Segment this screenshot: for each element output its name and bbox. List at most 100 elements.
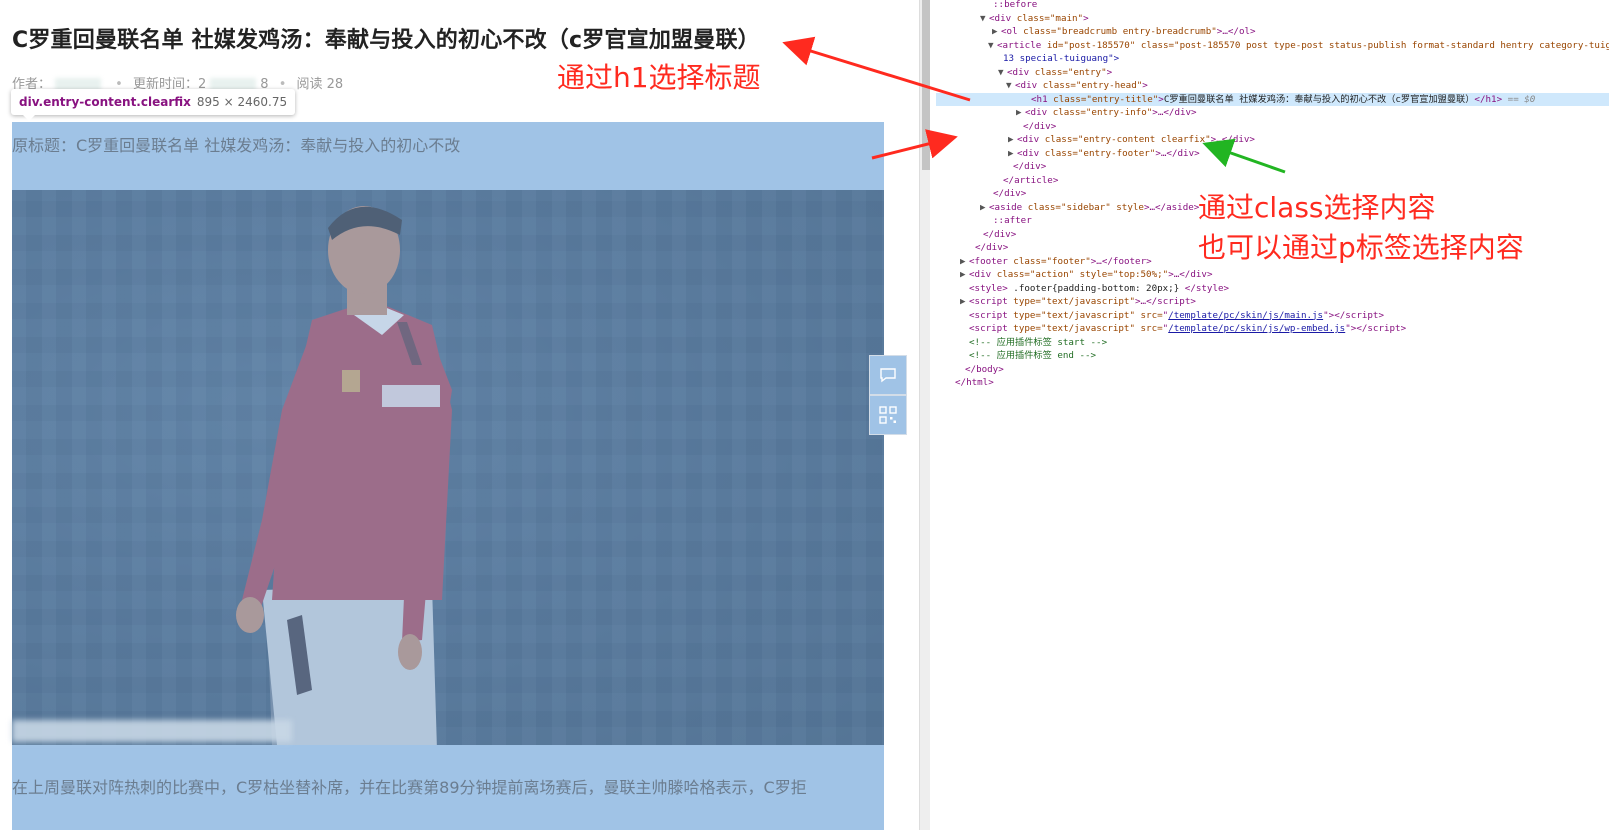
dom-node-row[interactable]: <style> .footer{padding-bottom: 20px;} <…: [936, 282, 1609, 295]
closing-tag-name: script: [1345, 309, 1379, 321]
tag-attributes: id="post-185570" class="post-185570 post…: [1046, 39, 1609, 51]
tag-name: article: [1002, 39, 1042, 51]
expand-toggle-icon: ▶: [980, 201, 986, 213]
tag-name: ol: [1006, 26, 1018, 37]
tag-name: div: [1022, 134, 1040, 145]
tooltip-selector: div.entry-content.clearfix: [19, 95, 191, 109]
expand-toggle-icon: ▼: [998, 66, 1004, 78]
article-title: C罗重回曼联名单 社媒发鸡汤：奉献与投入的初心不改（c罗官宣加盟曼联）: [12, 28, 760, 53]
dom-node-row[interactable]: </div>: [936, 160, 1609, 173]
attr-continuation: 13 special-tuiguang">: [1003, 53, 1120, 64]
html-comment: <!-- 应用插件标签 start -->: [969, 336, 1108, 348]
expand-toggle-icon: ▶: [960, 269, 966, 280]
dom-node-row[interactable]: ::before: [936, 0, 1609, 11]
original-title: 原标题：C罗重回曼联名单 社媒发鸡汤：奉献与投入的初心不改: [12, 136, 461, 155]
expand-toggle-icon: ▼: [980, 12, 986, 24]
collapsed-close-tag: div: [1174, 107, 1192, 118]
dom-node-row[interactable]: <script type="text/javascript" src="/tem…: [936, 322, 1609, 335]
dom-node-row[interactable]: <!-- 应用插件标签 start -->: [936, 336, 1609, 349]
dom-node-row[interactable]: </body>: [936, 363, 1609, 376]
dom-node-row[interactable]: ▶ <ol class="breadcrumb entry-breadcrumb"…: [936, 25, 1609, 38]
collapsed-close-tag: div: [1190, 269, 1207, 280]
page-scrollbar[interactable]: [919, 0, 930, 830]
tag-name: h1: [1036, 93, 1048, 105]
scrollbar-thumb[interactable]: [922, 0, 930, 170]
collapsed-close-tag: script: [1157, 296, 1191, 307]
expand-toggle-icon: ▶: [1008, 134, 1014, 145]
closing-tag-name: div: [1034, 120, 1051, 132]
tag-name: div: [1020, 80, 1038, 91]
tag-attributes: class="breadcrumb entry-breadcrumb": [1023, 26, 1217, 37]
tag-attributes: class="entry-footer": [1044, 147, 1156, 159]
expand-toggle-icon: ▼: [988, 39, 994, 51]
closing-tag-name: script: [1367, 323, 1401, 334]
console-ref: == $0: [1507, 93, 1536, 105]
dom-node-row[interactable]: ▶ <script type="text/javascript">…</scrip…: [936, 295, 1609, 308]
node-text: C罗重回曼联名单 社媒发鸡汤：奉献与投入的初心不改（c罗官宣加盟曼联）: [1163, 93, 1475, 105]
tooltip-dimensions: 895 × 2460.75: [196, 95, 288, 109]
closing-tag-name: div: [1024, 161, 1041, 172]
dom-node-row[interactable]: ▼ <article id="post-185570" class="post-1…: [936, 39, 1609, 52]
dom-node-row[interactable]: ▶ <div class="action" style="top:50%;">…<…: [936, 268, 1609, 281]
dom-node-row[interactable]: 13 special-tuiguang">: [936, 52, 1609, 65]
pseudo-element: ::after: [993, 215, 1032, 226]
dom-node-row[interactable]: ▼ <div class="main">: [936, 12, 1609, 25]
tag-attributes: class="action" style="top:50%;": [996, 269, 1169, 280]
comment-icon: [880, 368, 896, 383]
photo-caption-redacted: [12, 720, 292, 742]
photo-highlight-tint: [12, 190, 884, 745]
dom-node-row[interactable]: <script type="text/javascript" src="/tem…: [936, 309, 1609, 322]
collapsed-close-tag: footer: [1112, 255, 1147, 267]
article-photo: [12, 190, 884, 745]
tag-name: div: [1012, 66, 1030, 78]
expand-toggle-icon: ▶: [992, 26, 998, 37]
dom-node-row[interactable]: ▶ <div class="entry-info">…</div>: [936, 106, 1609, 119]
tag-name: aside: [994, 201, 1023, 213]
closing-tag-name: html: [966, 377, 989, 388]
collapsed-close-tag: ol: [1238, 26, 1251, 37]
dom-node-row[interactable]: ▶ <div class="entry-footer">…</div>: [936, 147, 1609, 160]
collapsed-close-tag: div: [1232, 134, 1250, 145]
annotation-p-tag: 也可以通过p标签选择内容: [1198, 231, 1524, 264]
meta-reads: 阅读 28: [296, 77, 344, 92]
inspector-tooltip: div.entry-content.clearfix 895 × 2460.75: [11, 89, 296, 121]
tag-name: footer: [974, 255, 1008, 267]
pseudo-element: ::before: [993, 0, 1038, 10]
tag-attributes: class="entry-info": [1052, 107, 1153, 118]
html-comment: <!-- 应用插件标签 end -->: [969, 350, 1097, 361]
devtools-elements-panel: ··· ::before▼<div class="main">▶<ol clas…: [936, 0, 1609, 830]
dom-node-row[interactable]: ▼ <div class="entry-head">: [936, 79, 1609, 92]
script-src-link: /template/pc/skin/js/wp-embed.js: [1168, 323, 1346, 334]
expand-toggle-icon: ▶: [960, 296, 966, 307]
expand-toggle-icon: ▼: [1006, 80, 1012, 91]
qrcode-button[interactable]: [869, 395, 907, 435]
dom-node-row[interactable]: ▼ <div class="entry">: [936, 66, 1609, 79]
closing-tag-name: h1: [1485, 93, 1497, 105]
dom-node-row[interactable]: </div>: [936, 120, 1609, 133]
dom-node-row[interactable]: ▶ <div class="entry-content clearfix">…</…: [936, 133, 1609, 146]
tag-attributes: class="footer": [1013, 255, 1091, 267]
tag-attributes: class="entry-title": [1053, 93, 1159, 105]
tag-attributes: class="main": [1016, 12, 1084, 24]
dom-node-row[interactable]: </article>: [936, 174, 1609, 187]
closing-tag-name: div: [1004, 188, 1021, 199]
expand-toggle-icon: ▶: [1016, 107, 1022, 118]
expand-toggle-icon: ▶: [1008, 147, 1014, 159]
qrcode-icon: [879, 406, 897, 424]
article-paragraph: 在上周曼联对阵热刺的比赛中，C罗枯坐替补席，并在比赛第89分钟提前离场赛后，曼联…: [12, 778, 807, 797]
tag-name: script: [974, 296, 1008, 307]
closing-tag-name: div: [994, 228, 1011, 240]
annotation-class: 通过class选择内容: [1198, 191, 1436, 224]
tag-name: div: [1030, 107, 1048, 118]
closing-tag-name: style: [1195, 282, 1224, 294]
closing-tag-name: div: [986, 242, 1003, 253]
comment-button[interactable]: [869, 355, 907, 395]
script-src-link: /template/pc/skin/js/main.js: [1168, 309, 1324, 321]
tag-attributes: type="text/javascript" src=: [1013, 323, 1163, 334]
tag-name: div: [1022, 147, 1040, 159]
dom-node-row[interactable]: <!-- 应用插件标签 end -->: [936, 349, 1609, 362]
dom-node-row[interactable]: </html>: [936, 376, 1609, 389]
collapsed-close-tag: div: [1177, 147, 1195, 159]
tag-attributes: type="text/javascript": [1013, 296, 1135, 307]
dom-node-row[interactable]: <h1 class="entry-title">C罗重回曼联名单 社媒发鸡汤：奉…: [936, 92, 1609, 106]
